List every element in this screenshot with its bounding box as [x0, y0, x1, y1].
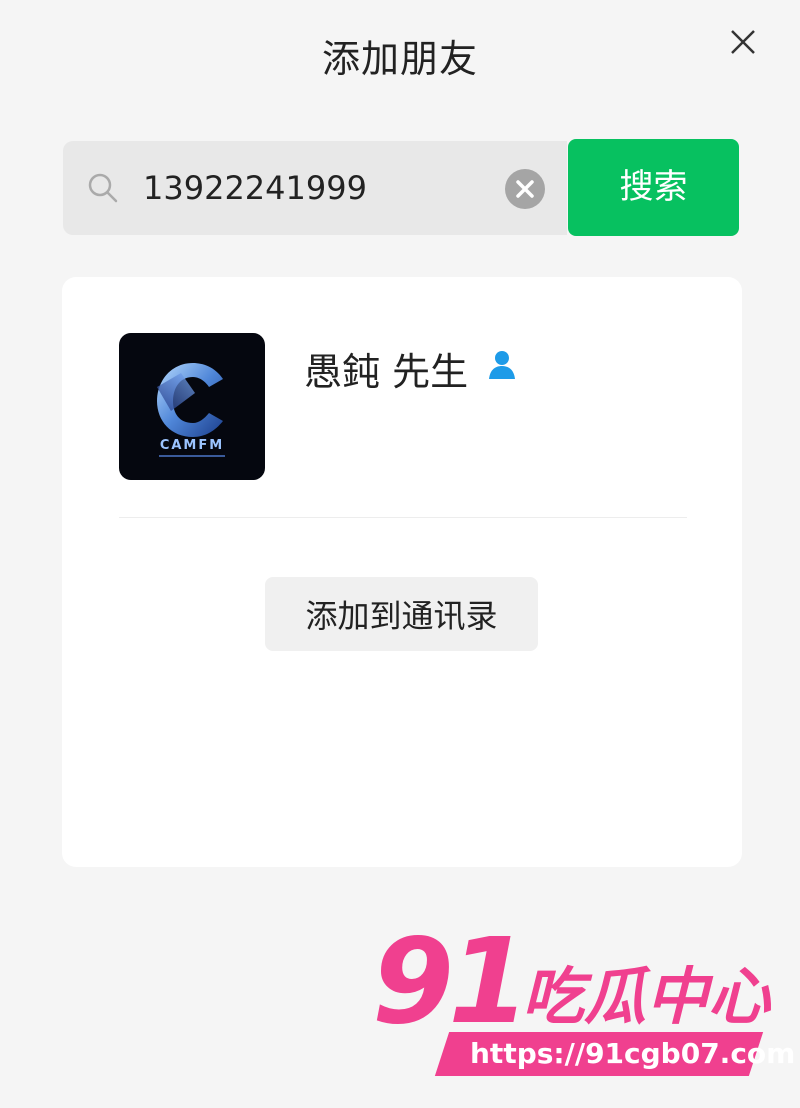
- avatar-brand-text: CAMFM: [160, 438, 224, 453]
- search-button[interactable]: 搜索: [568, 139, 739, 236]
- add-friend-window: 添加朋友 搜索: [0, 0, 800, 1108]
- close-icon: [731, 30, 755, 54]
- search-box: [63, 141, 567, 235]
- divider: [119, 517, 687, 518]
- search-input[interactable]: [143, 165, 483, 211]
- watermark-number: 91: [372, 912, 530, 1050]
- watermark-text: 吃瓜中心: [522, 960, 771, 1033]
- camfm-logo: CAMFM: [157, 363, 225, 457]
- search-icon: [88, 173, 118, 203]
- search-result-card: CAMFM 愚鈍 先生 添加到通讯录: [62, 277, 742, 867]
- avatar[interactable]: CAMFM: [119, 333, 265, 480]
- male-icon: [489, 351, 515, 379]
- window-title: 添加朋友: [321, 37, 478, 81]
- clear-search-button[interactable]: [504, 168, 546, 210]
- contact-name: 愚鈍 先生: [304, 350, 469, 394]
- add-to-contacts-button[interactable]: 添加到通讯录: [265, 577, 538, 651]
- close-button[interactable]: [727, 26, 759, 58]
- clear-icon: [505, 169, 545, 209]
- watermark: 91 吃瓜中心 https://91cgb07.com: [372, 912, 796, 1082]
- watermark-url: https://91cgb07.com: [470, 1037, 796, 1070]
